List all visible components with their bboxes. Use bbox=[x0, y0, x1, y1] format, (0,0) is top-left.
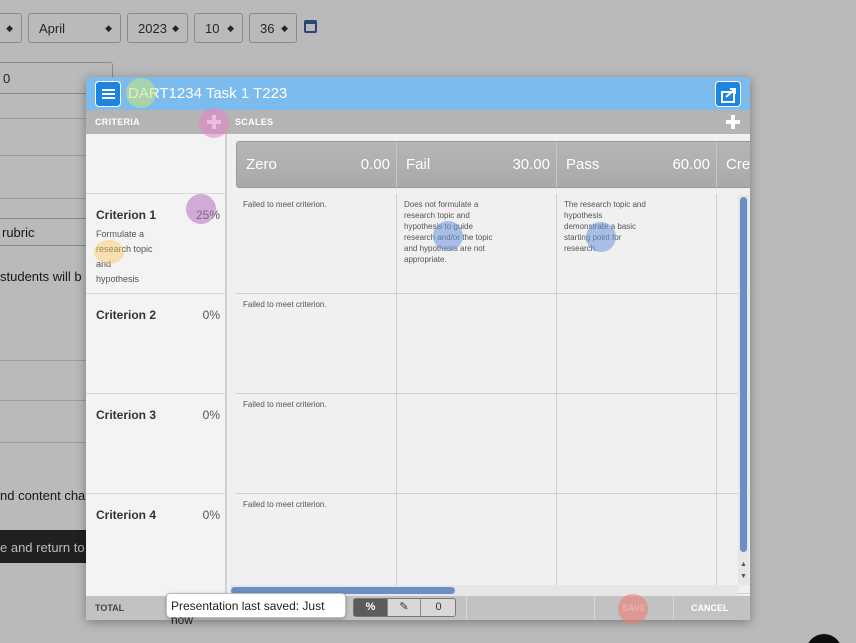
cancel-button[interactable]: CANCEL bbox=[691, 603, 729, 613]
scale-name: Zero bbox=[246, 156, 277, 173]
criterion-row-2[interactable]: Criterion 2 0% bbox=[86, 293, 227, 393]
menu-list-icon[interactable] bbox=[95, 81, 121, 107]
footer-divider bbox=[594, 596, 595, 620]
cell-c2-fail[interactable] bbox=[397, 294, 557, 394]
criterion-weight[interactable]: 0% bbox=[203, 508, 220, 522]
vertical-scrollbar[interactable]: ▲ ▼ bbox=[738, 195, 749, 585]
criterion-weight[interactable]: 0% bbox=[203, 308, 220, 322]
save-button[interactable]: SAVE bbox=[622, 603, 646, 613]
scale-credit[interactable]: Cre bbox=[717, 142, 750, 189]
criteria-column: Criterion 1 25% Formulate a research top… bbox=[86, 134, 227, 596]
rubric-editor-modal: DART1234 Task 1 T223 CRITERIA SCALES Cri… bbox=[86, 77, 750, 620]
vertical-scroll-thumb[interactable] bbox=[740, 197, 747, 552]
cell-c4-fail[interactable] bbox=[397, 494, 557, 594]
criterion-row-1[interactable]: Criterion 1 25% Formulate a research top… bbox=[86, 193, 227, 293]
criterion-weight[interactable]: 0% bbox=[203, 408, 220, 422]
cell-c3-zero[interactable]: Failed to meet criterion. bbox=[236, 394, 397, 494]
scale-pass[interactable]: Pass 60.00 bbox=[557, 142, 717, 189]
criterion-name: Criterion 2 bbox=[96, 308, 157, 322]
cell-c1-fail[interactable]: Does not formulate a research topic and … bbox=[397, 194, 557, 294]
scroll-down-arrow[interactable]: ▼ bbox=[740, 573, 747, 580]
cell-c2-pass[interactable] bbox=[557, 294, 717, 394]
total-label: TOTAL bbox=[95, 603, 125, 613]
scales-header: SCALES bbox=[235, 117, 274, 127]
points-toggle[interactable]: 0 bbox=[422, 599, 455, 616]
edit-icon[interactable]: ✎ bbox=[387, 599, 421, 616]
criterion-row-4[interactable]: Criterion 4 0% bbox=[86, 493, 227, 593]
criterion-name: Criterion 4 bbox=[96, 508, 157, 522]
criterion-weight[interactable]: 25% bbox=[196, 208, 220, 222]
scale-fail[interactable]: Fail 30.00 bbox=[397, 142, 557, 189]
add-criterion-icon[interactable] bbox=[207, 115, 221, 129]
scale-name: Fail bbox=[406, 156, 431, 173]
share-export-icon[interactable] bbox=[715, 81, 741, 107]
criterion-name: Criterion 3 bbox=[96, 408, 157, 422]
cell-c2-zero[interactable]: Failed to meet criterion. bbox=[236, 294, 397, 394]
save-status-tooltip: Presentation last saved: Just now bbox=[166, 593, 346, 627]
criterion-name: Criterion 1 bbox=[96, 208, 157, 222]
scale-points: 60.00 bbox=[672, 156, 710, 173]
footer-divider bbox=[466, 596, 467, 620]
cell-c3-fail[interactable] bbox=[397, 394, 557, 494]
criterion-description: Formulate a research topic and hypothesi… bbox=[96, 229, 153, 284]
scales-row: Zero 0.00 Fail 30.00 Pass 60.00 Cre bbox=[236, 141, 750, 189]
footer-divider bbox=[673, 596, 674, 620]
scale-points: 0.00 bbox=[360, 156, 390, 173]
criteria-header: CRITERIA bbox=[95, 117, 140, 127]
percent-toggle[interactable]: % bbox=[354, 599, 387, 616]
cell-c1-pass[interactable]: The research topic and hypothesis demons… bbox=[557, 194, 717, 294]
scroll-up-arrow[interactable]: ▲ bbox=[740, 561, 747, 568]
scale-points: 30.00 bbox=[512, 156, 550, 173]
scale-name: Cre bbox=[726, 156, 750, 173]
cell-c4-pass[interactable] bbox=[557, 494, 717, 594]
cell-c4-zero[interactable]: Failed to meet criterion. bbox=[236, 494, 397, 594]
column-header-bar: CRITERIA SCALES bbox=[86, 110, 750, 134]
criterion-row-3[interactable]: Criterion 3 0% bbox=[86, 393, 227, 493]
view-toggle-group: % ✎ 0 bbox=[353, 598, 456, 617]
scale-zero[interactable]: Zero 0.00 bbox=[237, 142, 397, 189]
rubric-grid: Zero 0.00 Fail 30.00 Pass 60.00 Cre Fail… bbox=[236, 134, 750, 596]
modal-titlebar: DART1234 Task 1 T223 bbox=[86, 77, 750, 110]
cell-c3-pass[interactable] bbox=[557, 394, 717, 494]
rubric-title: DART1234 Task 1 T223 bbox=[128, 85, 288, 102]
cell-c1-zero[interactable]: Failed to meet criterion. bbox=[236, 194, 397, 294]
add-scale-icon[interactable] bbox=[726, 115, 740, 129]
scale-name: Pass bbox=[566, 156, 600, 173]
